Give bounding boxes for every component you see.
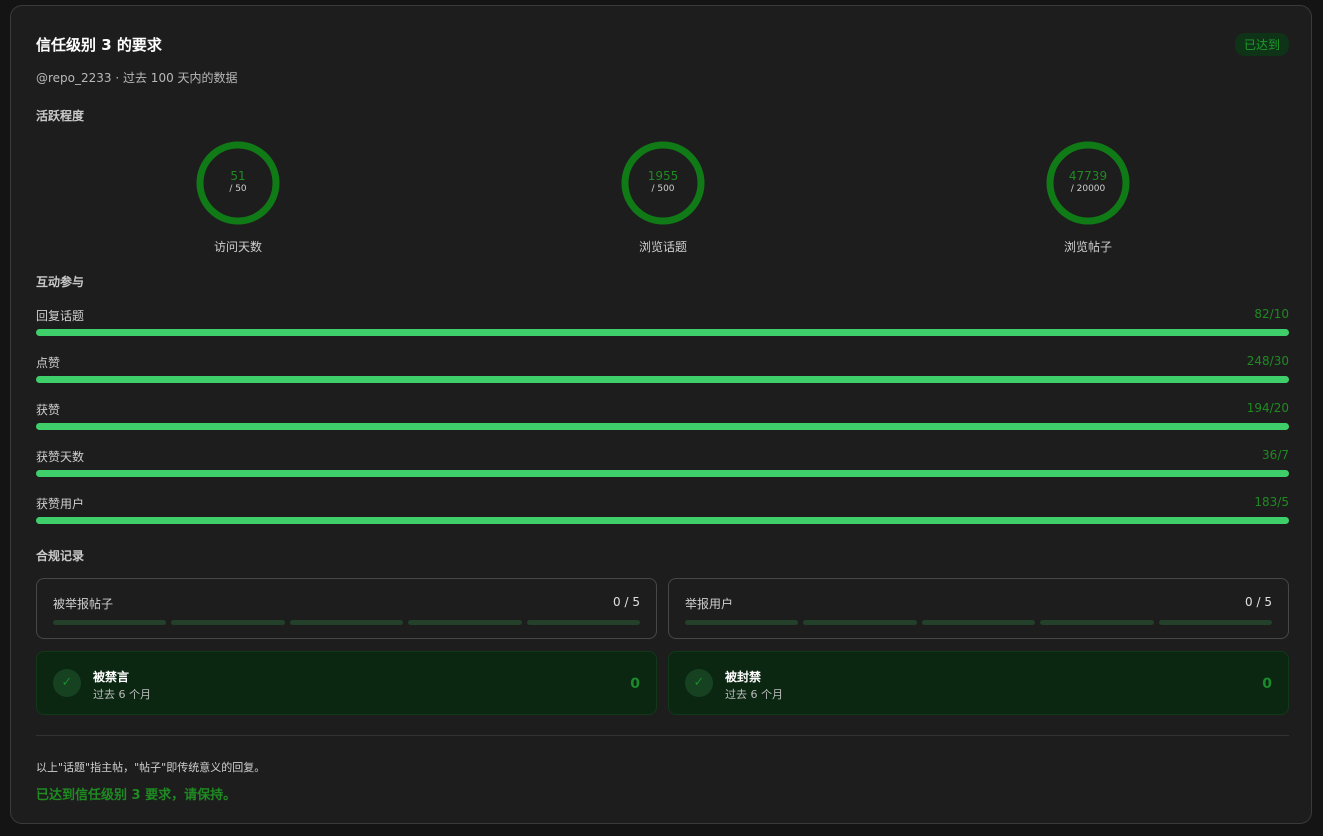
- divider: [36, 735, 1289, 736]
- progress-fill: [36, 470, 1289, 477]
- status-title: 被禁言: [93, 670, 130, 684]
- progress-fill: [36, 329, 1289, 336]
- ring-label: 浏览帖子: [1063, 240, 1112, 254]
- bar-value: 248/30: [1246, 354, 1289, 368]
- ring-value: 47739: [1068, 169, 1108, 183]
- ring-target: / 50: [229, 184, 247, 194]
- status-subtitle: 过去 6 个月: [93, 688, 151, 701]
- progress-fill: [36, 517, 1289, 524]
- engagement-replies: 回复话题 82/10: [36, 307, 1289, 343]
- segment-bar: [53, 620, 641, 625]
- ring-target: / 20000: [1070, 184, 1106, 194]
- reported-users-box: 举报用户 0 / 5: [668, 578, 1289, 639]
- status-title: 被封禁: [725, 670, 762, 684]
- engagement-liked-users: 获赞用户 183/5: [36, 495, 1289, 531]
- engagement-likes-received: 获赞 194/20: [36, 401, 1289, 437]
- ring-label: 访问天数: [213, 240, 262, 254]
- page-subtitle: @repo_2233 · 过去 100 天内的数据: [36, 71, 238, 85]
- section-title-engagement: 互动参与: [36, 275, 85, 289]
- bar-label: 获赞天数: [36, 450, 85, 464]
- progress-fill: [36, 376, 1289, 383]
- bar-label: 点赞: [36, 356, 61, 370]
- bar-label: 回复话题: [36, 309, 85, 323]
- status-badge: 已达到: [1234, 33, 1289, 56]
- segment: [408, 620, 522, 625]
- report-value: 0 / 5: [1245, 595, 1272, 609]
- segment: [526, 620, 641, 625]
- reported-posts-box: 被举报帖子 0 / 5: [36, 578, 657, 639]
- activity-posts-viewed: 47739 / 20000 浏览帖子: [1028, 140, 1148, 255]
- engagement-liked-days: 获赞天数 36/7: [36, 448, 1289, 484]
- progress-ring: 51 / 50: [195, 140, 281, 226]
- segment: [1040, 620, 1154, 625]
- segment: [803, 620, 917, 625]
- bar-value: 194/20: [1246, 401, 1289, 415]
- report-label: 举报用户: [685, 597, 734, 611]
- report-value: 0 / 5: [613, 595, 640, 609]
- ring-target: / 500: [651, 184, 675, 194]
- activity-topics-viewed: 1955 / 500 浏览话题: [603, 140, 723, 255]
- page-title: 信任级别 3 的要求: [36, 36, 162, 54]
- progress-bar: [36, 376, 1289, 383]
- segment: [53, 620, 167, 625]
- segment: [171, 620, 285, 625]
- trust-level-card: 信任级别 3 的要求 已达到 @repo_2233 · 过去 100 天内的数据…: [10, 5, 1312, 824]
- segment: [685, 620, 799, 625]
- section-title-compliance: 合规记录: [36, 549, 85, 563]
- progress-ring: 1955 / 500: [620, 140, 706, 226]
- progress-bar: [36, 517, 1289, 524]
- bar-value: 36/7: [1262, 448, 1289, 462]
- suspended-status: ✓ 被封禁 过去 6 个月 0: [668, 651, 1289, 715]
- ring-label: 浏览话题: [638, 240, 687, 254]
- silenced-status: ✓ 被禁言 过去 6 个月 0: [36, 651, 657, 715]
- check-icon: ✓: [685, 669, 713, 697]
- status-subtitle: 过去 6 个月: [725, 688, 783, 701]
- progress-ring: 47739 / 20000: [1045, 140, 1131, 226]
- activity-visit-days: 51 / 50 访问天数: [178, 140, 298, 255]
- engagement-likes-given: 点赞 248/30: [36, 354, 1289, 390]
- progress-fill: [36, 423, 1289, 430]
- segment: [1158, 620, 1273, 625]
- check-icon: ✓: [53, 669, 81, 697]
- segment: [289, 620, 404, 625]
- bar-value: 82/10: [1254, 307, 1289, 321]
- progress-bar: [36, 423, 1289, 430]
- bar-value: 183/5: [1254, 495, 1289, 509]
- status-count: 0: [630, 676, 640, 692]
- footer-status: 已达到信任级别 3 要求，请保持。: [36, 788, 237, 803]
- footnote: 以上"话题"指主帖，"帖子"即传统意义的回复。: [36, 761, 266, 774]
- segment-bar: [685, 620, 1273, 625]
- section-title-activity: 活跃程度: [36, 109, 85, 123]
- progress-bar: [36, 470, 1289, 477]
- report-label: 被举报帖子: [53, 597, 114, 611]
- status-count: 0: [1262, 676, 1272, 692]
- ring-value: 1955: [647, 169, 679, 183]
- bar-label: 获赞: [36, 403, 61, 417]
- segment: [921, 620, 1036, 625]
- progress-bar: [36, 329, 1289, 336]
- ring-value: 51: [230, 169, 246, 183]
- bar-label: 获赞用户: [36, 497, 85, 511]
